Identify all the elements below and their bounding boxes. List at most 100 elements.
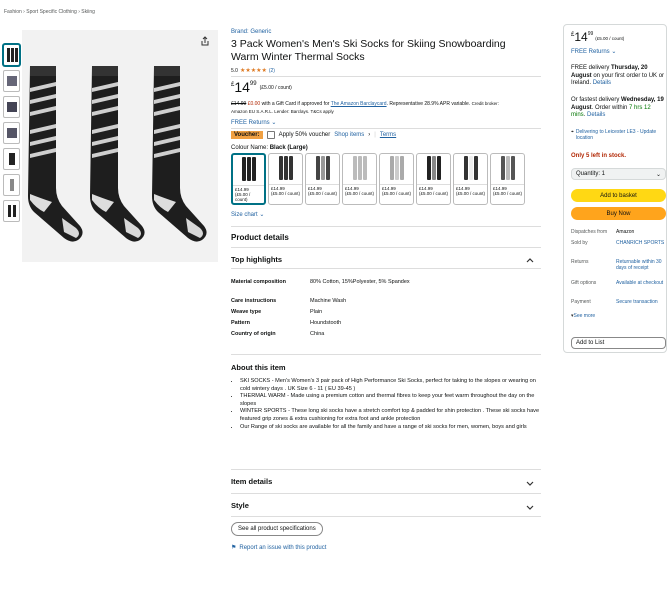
price: £ 14 99 (£5.00 / count) bbox=[231, 80, 292, 94]
thumbnail[interactable] bbox=[3, 174, 20, 196]
colour-swatch[interactable]: £14.99 (£5.00 / count) bbox=[305, 153, 340, 205]
payment-link[interactable]: Secure transaction bbox=[616, 299, 658, 305]
spec-value: 80% Cotton, 15%Polyester, 5% Spandex bbox=[310, 279, 410, 285]
buybox-price-fraction: 99 bbox=[587, 31, 594, 37]
seller-link[interactable]: CHANRICH SPORTS bbox=[616, 240, 666, 246]
thumbnail[interactable] bbox=[3, 122, 20, 144]
flag-icon: ⚑ bbox=[231, 545, 237, 551]
breadcrumb-item[interactable]: Sport Specific Clothing bbox=[26, 9, 77, 15]
voucher-text: Apply 50% voucher bbox=[278, 132, 331, 138]
buybox-price-whole: 14 bbox=[574, 30, 588, 44]
colour-swatch[interactable]: £14.99 (£5.00 / count) bbox=[416, 153, 451, 205]
about-bullet: SKI SOCKS - Men's Women's 3 pair pack of… bbox=[240, 378, 541, 393]
buybox-free-returns[interactable]: FREE Returns ⌄ bbox=[571, 49, 616, 57]
row-key: Payment bbox=[571, 299, 591, 305]
product-title: 3 Pack Women's Men's Ski Socks for Skiin… bbox=[231, 38, 506, 63]
price-whole: 14 bbox=[234, 79, 250, 95]
thumbnail[interactable] bbox=[3, 200, 20, 222]
breadcrumb-item[interactable]: Skiing bbox=[81, 9, 95, 15]
colour-swatch[interactable]: £14.99 (£5.00 / count) bbox=[342, 153, 377, 205]
divider bbox=[231, 354, 541, 355]
size-chart-link[interactable]: Size chart ⌄ bbox=[231, 211, 264, 218]
barclaycard-offer: £14.99 £0.00 with a Gift Card if approve… bbox=[231, 100, 531, 116]
breadcrumb-item[interactable]: Fashion bbox=[4, 9, 22, 15]
chevron-up-icon[interactable] bbox=[525, 255, 535, 265]
fastest-delivery: Or fastest delivery Wednesday, 19 August… bbox=[571, 97, 664, 118]
delivery-info: FREE delivery Thursday, 20 August on you… bbox=[571, 65, 666, 88]
add-to-list-button[interactable]: Add to List bbox=[571, 337, 666, 349]
terms-link[interactable]: Terms bbox=[380, 132, 396, 138]
swatch-image bbox=[241, 157, 256, 183]
barclaycard-link[interactable]: The Amazon Barclaycard bbox=[331, 101, 387, 107]
see-all-specs-button[interactable]: See all product specifications bbox=[231, 522, 323, 536]
row-key: Gift options bbox=[571, 280, 597, 286]
thumbnail[interactable] bbox=[3, 148, 20, 170]
see-more-link[interactable]: ▾ See more bbox=[571, 313, 666, 319]
offer-text: with a Gift Card if approved for bbox=[260, 101, 331, 107]
row-value: Amazon bbox=[616, 229, 635, 235]
chevron-down-icon: ⌄ bbox=[611, 49, 617, 55]
colour-name: Colour Name: Black (Large) bbox=[231, 145, 308, 151]
details-link[interactable]: Details bbox=[587, 112, 605, 118]
colour-swatches: £14.99 (£5.00 / count) £14.99 (£5.00 / coun… bbox=[231, 153, 525, 205]
thumbnail[interactable] bbox=[3, 44, 20, 66]
price-per-unit: (£5.00 / count) bbox=[259, 85, 292, 91]
rating[interactable]: 5.0 ★★★★★ (2) bbox=[231, 67, 275, 75]
voucher-badge: Voucher: bbox=[231, 131, 263, 139]
voucher-checkbox[interactable] bbox=[266, 131, 275, 139]
chevron-down-icon[interactable] bbox=[525, 502, 535, 512]
rating-count[interactable]: (2) bbox=[269, 68, 275, 74]
product-details-heading: Product details bbox=[231, 233, 289, 242]
colour-swatch[interactable]: £14.99 (£5.00 / count) bbox=[490, 153, 525, 205]
rating-value: 5.0 bbox=[231, 67, 238, 74]
product-image[interactable] bbox=[22, 30, 218, 262]
location-pin-icon: ⌖ bbox=[571, 129, 574, 135]
colour-swatch[interactable]: £14.99 (£5.00 / count) bbox=[453, 153, 488, 205]
returns-link[interactable]: Returnable within 30 days of receipt bbox=[616, 259, 666, 271]
quantity-label: Quantity: 1 bbox=[576, 171, 606, 177]
buybox-row: Sold by CHANRICH SPORTS bbox=[571, 240, 666, 246]
top-highlights-heading[interactable]: Top highlights bbox=[231, 255, 282, 264]
add-to-basket-button[interactable]: Add to basket bbox=[571, 189, 666, 202]
chevron-down-icon[interactable] bbox=[525, 478, 535, 488]
divider bbox=[231, 469, 541, 470]
divider bbox=[231, 493, 541, 494]
style-heading[interactable]: Style bbox=[231, 501, 249, 510]
credit-broker: Credit broker: bbox=[471, 101, 499, 106]
buybox-row: Gift options Available at checkout bbox=[571, 280, 666, 286]
breadcrumb: Fashion › Sport Specific Clothing › Skii… bbox=[4, 9, 95, 15]
spec-value: Plain bbox=[310, 309, 323, 315]
chevron-right-icon: › bbox=[368, 132, 371, 138]
colour-swatch[interactable]: £14.99 (£5.00 / count) bbox=[231, 153, 266, 205]
thumbnail[interactable] bbox=[3, 96, 20, 118]
spec-value: Machine Wash bbox=[310, 298, 347, 304]
details-link[interactable]: Details bbox=[593, 80, 611, 86]
colour-swatch[interactable]: £14.99 (£5.00 / count) bbox=[379, 153, 414, 205]
divider bbox=[231, 76, 541, 77]
swatch-price: £14.99 (£5.00 / count) bbox=[454, 184, 487, 196]
buy-now-button[interactable]: Buy Now bbox=[571, 207, 666, 220]
report-issue-link[interactable]: ⚑ Report an issue with this product bbox=[231, 544, 326, 552]
gift-options-link[interactable]: Available at checkout bbox=[616, 280, 666, 286]
about-bullet: THERMAL WARM - Made using a premium cott… bbox=[240, 393, 541, 408]
quantity-select[interactable]: Quantity: 1 ⌄ bbox=[571, 168, 666, 180]
shop-items-link[interactable]: Shop items bbox=[334, 132, 364, 138]
brand-link[interactable]: Brand: Generic bbox=[231, 29, 271, 35]
thumbnail[interactable] bbox=[3, 70, 20, 92]
spec-key: Weave type bbox=[231, 309, 262, 315]
swatch-image bbox=[315, 156, 330, 182]
fastest-text-2: . Order within bbox=[591, 104, 630, 111]
swatch-image bbox=[426, 156, 441, 182]
colour-swatch[interactable]: £14.99 (£5.00 / count) bbox=[268, 153, 303, 205]
share-icon[interactable] bbox=[200, 36, 210, 46]
spec-key: Pattern bbox=[231, 320, 250, 326]
buybox-per-unit: (£5.00 / count) bbox=[595, 36, 625, 41]
buybox-row: Returns Returnable within 30 days of rece… bbox=[571, 259, 666, 271]
item-details-heading[interactable]: Item details bbox=[231, 477, 272, 486]
free-returns-link[interactable]: FREE Returns ⌄ bbox=[231, 120, 531, 127]
about-heading: About this item bbox=[231, 363, 286, 372]
swatch-price: £14.99 (£5.00 / count) bbox=[491, 184, 524, 196]
delivery-location[interactable]: ⌖ Delivering to Leicester LE3 - Update l… bbox=[571, 129, 666, 141]
swatch-price: £14.99 (£5.00 / count) bbox=[269, 184, 302, 196]
fastest-text: Or fastest delivery bbox=[571, 97, 622, 103]
